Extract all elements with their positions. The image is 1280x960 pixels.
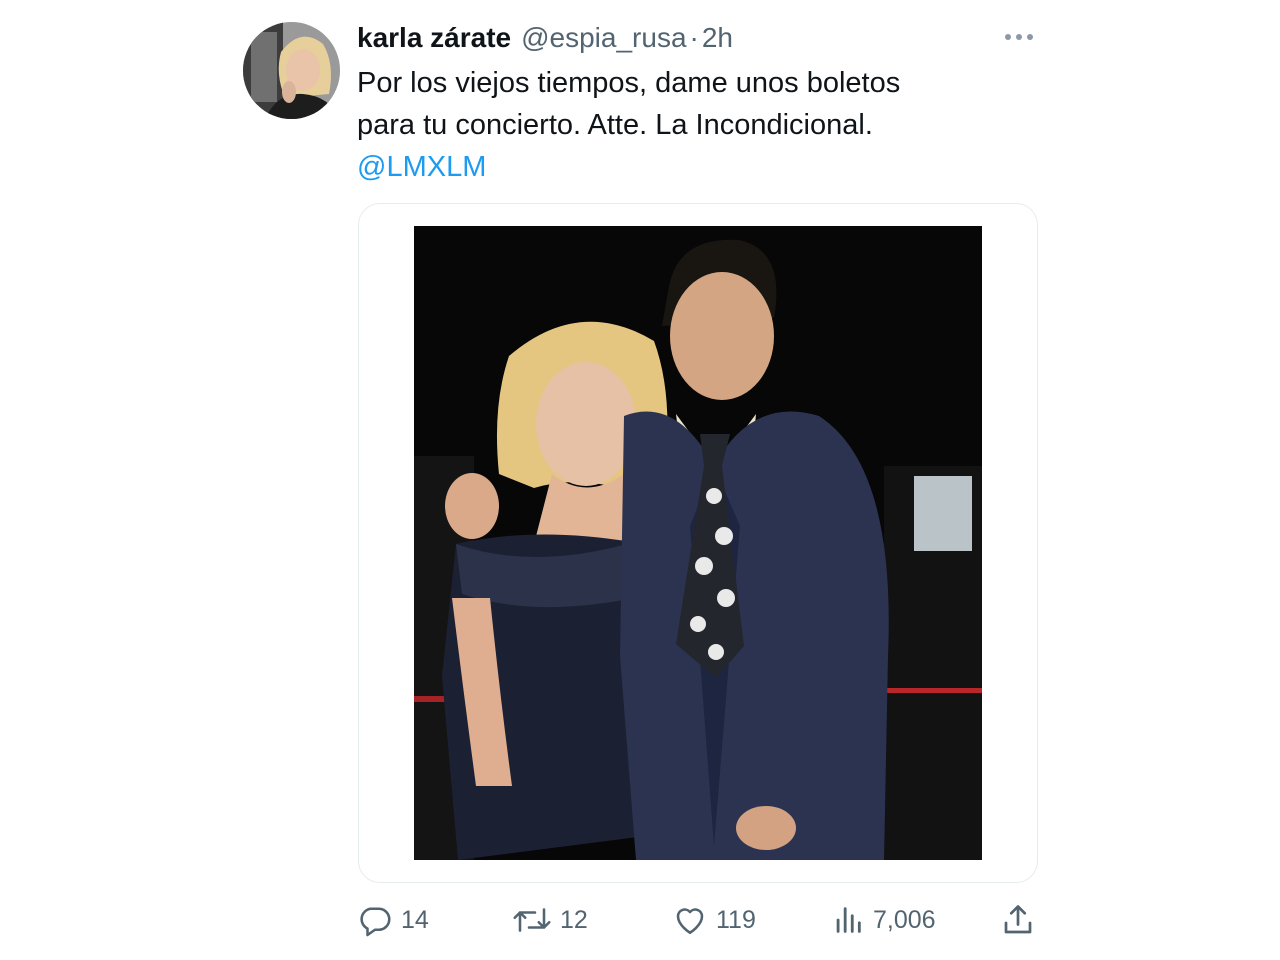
reply-button[interactable]: 14 (357, 898, 429, 942)
like-count: 119 (716, 905, 756, 934)
like-button[interactable]: 119 (672, 898, 756, 942)
heart-icon (676, 908, 704, 935)
avatar[interactable] (243, 22, 340, 119)
more-options-button[interactable] (1000, 24, 1038, 50)
photo-image (414, 226, 982, 860)
tweet-text-line-1: Por los viejos tiempos, dame unos boleto… (357, 67, 901, 99)
timestamp[interactable]: 2h (702, 20, 733, 56)
reply-count: 14 (401, 905, 429, 934)
tweet-text-line-2: para tu concierto. Atte. La Incondiciona… (357, 109, 873, 141)
display-name[interactable]: karla zárate (357, 20, 511, 56)
retweet-button[interactable]: 12 (512, 898, 588, 942)
mention-link[interactable]: @LMXLM (357, 151, 486, 183)
retweet-icon (513, 908, 551, 932)
share-button[interactable] (1000, 898, 1036, 942)
view-count: 7,006 (873, 905, 936, 934)
separator-dot: · (689, 22, 699, 53)
retweet-count: 12 (560, 905, 588, 934)
more-horizontal-icon (1005, 34, 1033, 40)
reply-icon (360, 907, 391, 937)
user-handle[interactable]: @espia_rusa (521, 20, 686, 56)
tweet-text: Por los viejos tiempos, dame unos boleto… (357, 62, 1017, 188)
share-icon (1004, 905, 1032, 934)
views-button[interactable]: 7,006 (831, 898, 936, 942)
tweet-header: karla zárate @espia_rusa · 2h (357, 20, 733, 56)
avatar-image (243, 22, 340, 119)
views-icon (836, 907, 861, 933)
tweet-actions: 14 12 119 7,006 (357, 898, 1039, 942)
tweet-photo[interactable] (414, 226, 982, 860)
